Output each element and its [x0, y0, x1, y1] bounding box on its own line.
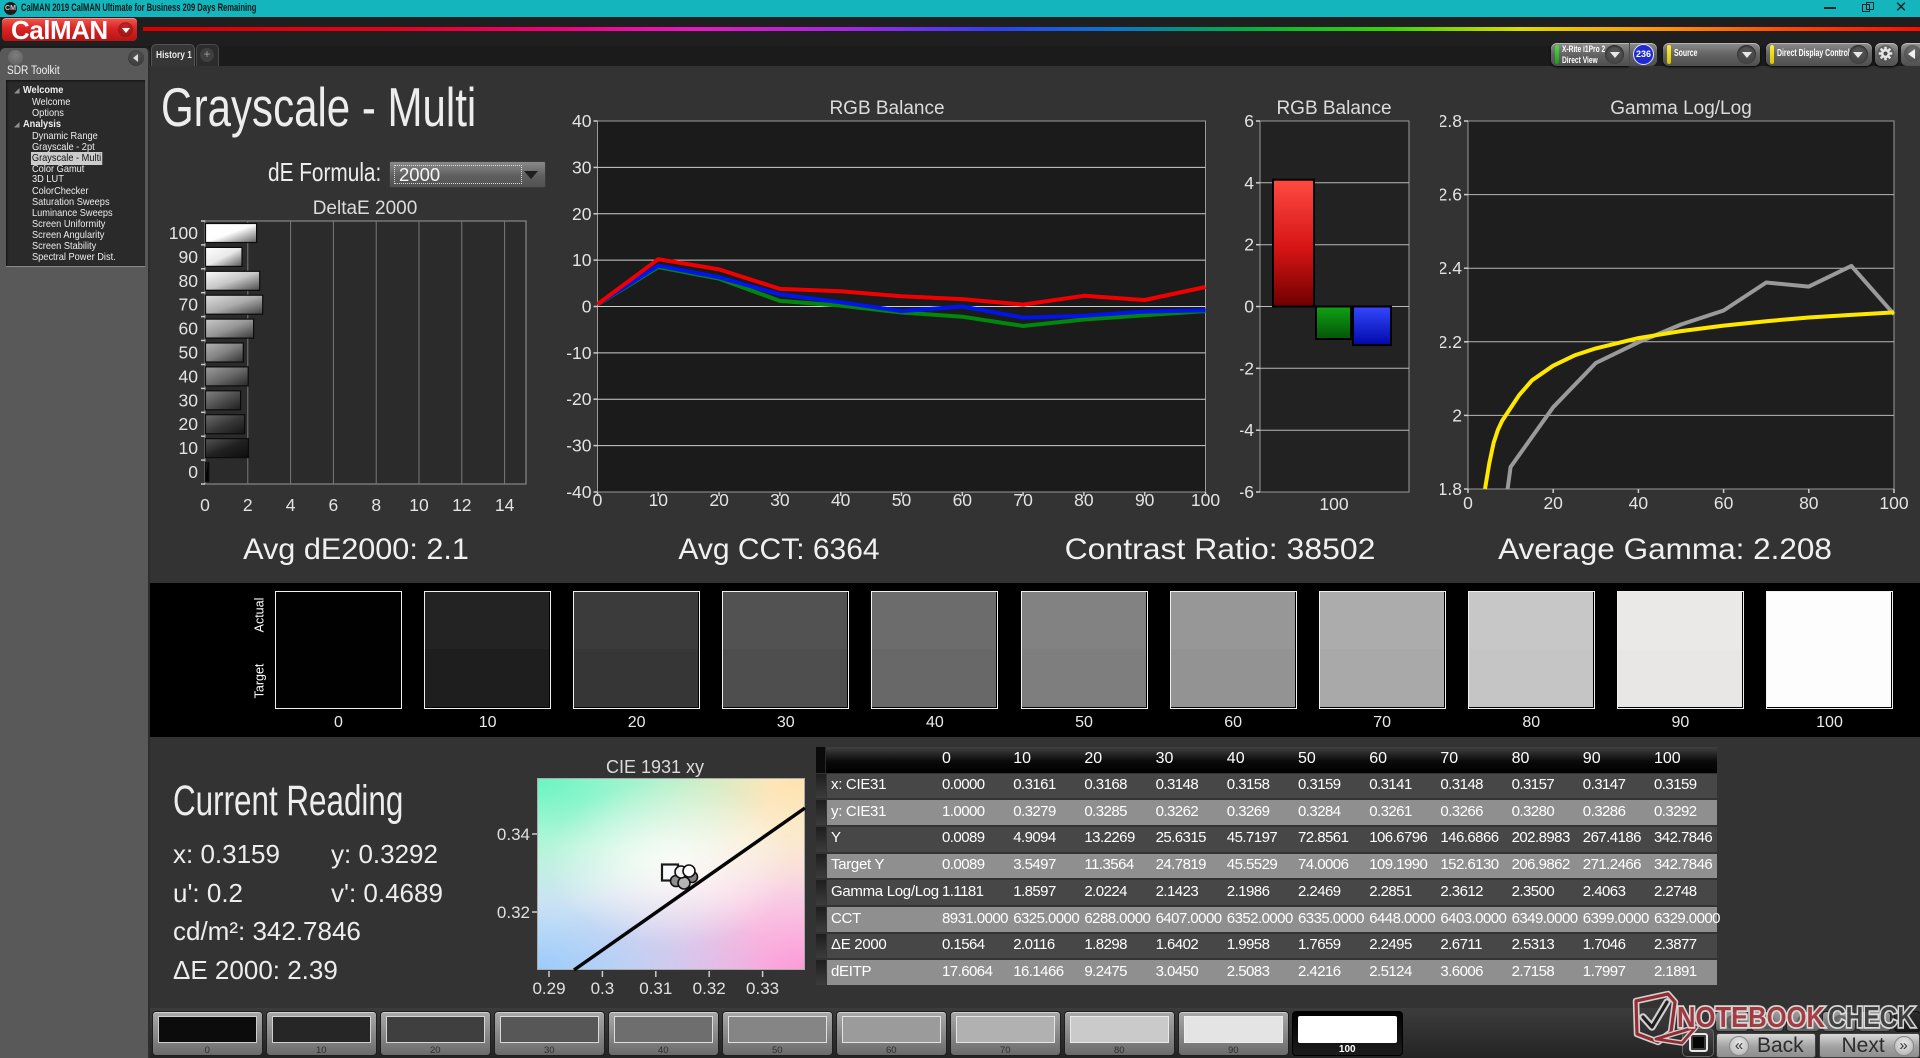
svg-text:10: 10 — [179, 438, 199, 458]
svg-text:20: 20 — [179, 414, 199, 434]
svg-text:60: 60 — [1714, 493, 1734, 513]
svg-text:14: 14 — [495, 495, 515, 515]
svg-text:CHECK: CHECK — [1828, 1002, 1915, 1034]
svg-text:2: 2 — [1244, 235, 1254, 255]
svg-text:6: 6 — [1244, 111, 1254, 131]
svg-text:-4: -4 — [1240, 420, 1254, 440]
svg-text:80: 80 — [179, 271, 199, 291]
svg-text:2.2: 2.2 — [1440, 332, 1462, 352]
svg-text:0.32: 0.32 — [497, 903, 530, 922]
svg-text:4: 4 — [1244, 173, 1254, 193]
svg-text:-40: -40 — [566, 482, 592, 502]
svg-text:DeltaE 2000: DeltaE 2000 — [313, 198, 418, 219]
svg-text:40: 40 — [179, 366, 199, 386]
svg-text:-10: -10 — [566, 343, 592, 363]
svg-text:NOTEBOOK: NOTEBOOK — [1677, 1002, 1825, 1034]
svg-text:70: 70 — [179, 295, 199, 315]
svg-text:40: 40 — [1629, 493, 1649, 513]
svg-text:12: 12 — [452, 495, 471, 515]
svg-text:0: 0 — [1463, 493, 1473, 513]
svg-text:4: 4 — [286, 495, 296, 515]
svg-text:0.33: 0.33 — [746, 979, 779, 998]
svg-text:2.4: 2.4 — [1440, 258, 1462, 278]
svg-text:30: 30 — [179, 390, 199, 410]
svg-text:0.34: 0.34 — [497, 825, 530, 844]
svg-text:10: 10 — [409, 495, 429, 515]
svg-text:90: 90 — [179, 247, 199, 267]
svg-text:2.6: 2.6 — [1440, 185, 1462, 205]
svg-text:0: 0 — [200, 495, 210, 515]
svg-text:40: 40 — [572, 111, 592, 131]
svg-text:-30: -30 — [566, 436, 592, 456]
svg-text:8: 8 — [371, 495, 381, 515]
svg-text:100: 100 — [1319, 494, 1348, 514]
svg-text:1.8: 1.8 — [1440, 479, 1462, 499]
svg-text:-2: -2 — [1240, 358, 1254, 378]
svg-text:6: 6 — [329, 495, 339, 515]
svg-text:0: 0 — [188, 462, 198, 482]
svg-text:RGB Balance: RGB Balance — [1276, 98, 1391, 119]
svg-text:20: 20 — [572, 204, 592, 224]
svg-text:0.3: 0.3 — [591, 979, 615, 998]
svg-text:50: 50 — [179, 343, 199, 363]
svg-text:20: 20 — [1543, 493, 1563, 513]
svg-text:Gamma Log/Log: Gamma Log/Log — [1610, 98, 1752, 119]
svg-text:-6: -6 — [1240, 482, 1254, 502]
svg-text:0: 0 — [582, 297, 592, 317]
svg-text:2: 2 — [1452, 405, 1462, 425]
svg-text:RGB Balance: RGB Balance — [829, 98, 944, 119]
svg-text:100: 100 — [169, 223, 198, 243]
svg-text:0.29: 0.29 — [532, 979, 565, 998]
svg-text:-20: -20 — [566, 389, 592, 409]
svg-text:30: 30 — [572, 157, 592, 177]
svg-text:0.31: 0.31 — [639, 979, 672, 998]
svg-text:100: 100 — [1879, 493, 1908, 513]
svg-text:80: 80 — [1799, 493, 1819, 513]
svg-text:0: 0 — [1244, 297, 1254, 317]
svg-text:2.8: 2.8 — [1440, 111, 1462, 131]
svg-text:10: 10 — [572, 250, 592, 270]
svg-text:60: 60 — [179, 319, 199, 339]
svg-text:0.32: 0.32 — [693, 979, 726, 998]
svg-text:2: 2 — [243, 495, 253, 515]
